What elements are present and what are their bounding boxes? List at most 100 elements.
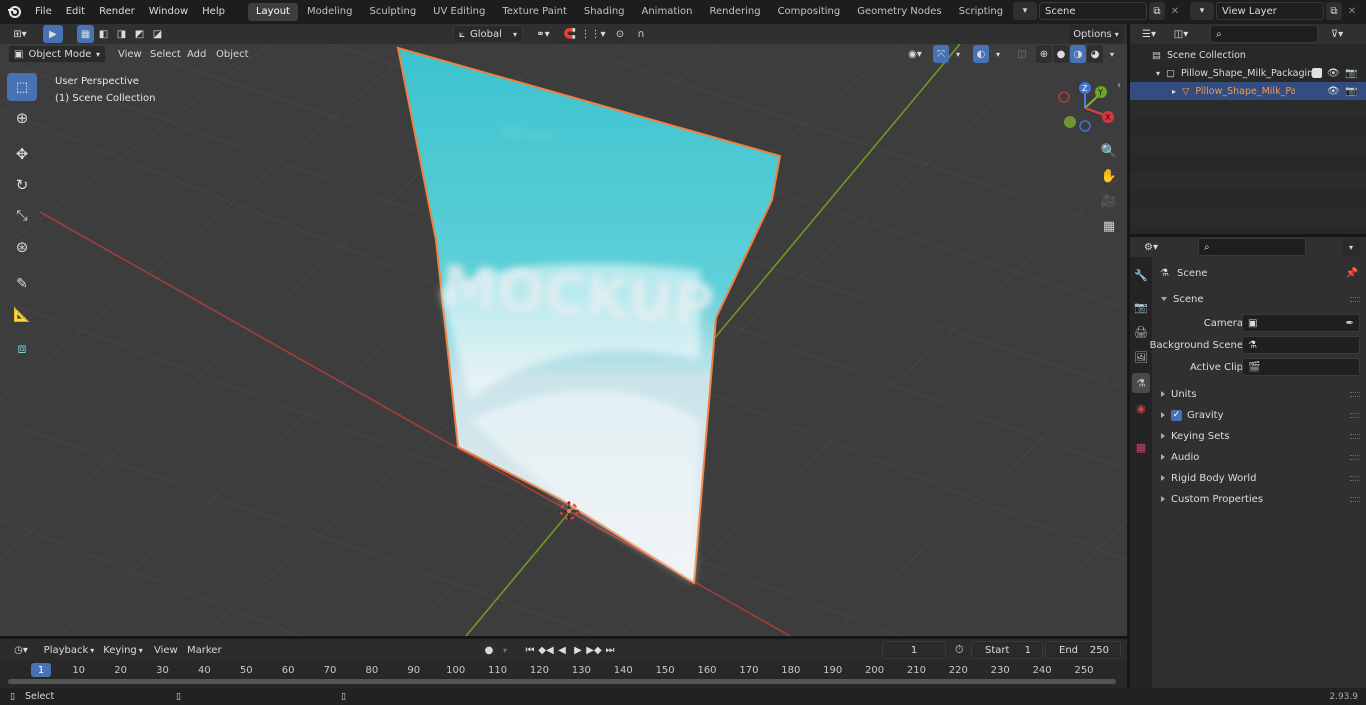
shading-dropdown-icon[interactable]: ▾ (1105, 45, 1119, 63)
scene-browse-button[interactable]: ▾ (1013, 2, 1037, 20)
tool-tab-icon[interactable]: 🔧 (1132, 265, 1150, 285)
delete-scene-icon[interactable]: ✕ (1167, 2, 1183, 20)
move-tool[interactable]: ✥ (7, 140, 37, 168)
falloff-icon[interactable]: ∩ (630, 25, 652, 43)
mode-invert-selection-icon[interactable]: ◩ (131, 25, 148, 43)
drag-grip-icon[interactable] (1350, 454, 1360, 460)
frame-ruler[interactable]: 1 10 20 30 40 50 60 70 80 90 100 110 120 130 140 150 160… (0, 661, 1127, 688)
render-camera-icon[interactable]: 📷 (1345, 68, 1357, 79)
material-shading-icon[interactable]: ◑ (1070, 45, 1086, 63)
measure-tool[interactable]: 📐 (7, 301, 37, 329)
eye-icon[interactable]: 👁 (1327, 68, 1340, 79)
menu-edit[interactable]: Edit (59, 0, 92, 24)
milk-package-object[interactable]: MOCKUP milk text (396, 46, 782, 585)
outliner-row-scene-collection[interactable]: ▤ Scene Collection (1130, 46, 1366, 64)
scene-panel-header[interactable]: Scene (1152, 289, 1366, 309)
drag-grip-icon[interactable] (1350, 433, 1360, 439)
mode-dropdown[interactable]: ▣ Object Mode ▾ (8, 45, 106, 63)
select-box-tool[interactable]: ⬚ (7, 73, 37, 101)
camera-field[interactable]: ▣ ✒ (1242, 314, 1360, 332)
end-frame-field[interactable]: End 250 (1045, 641, 1121, 659)
drag-grip-icon[interactable] (1350, 391, 1360, 397)
mode-intersect-selection-icon[interactable]: ◪ (149, 25, 166, 43)
tab-layout[interactable]: Layout (247, 3, 298, 21)
mode-subtract-selection-icon[interactable]: ◨ (113, 25, 130, 43)
eyedropper-icon[interactable]: ✒ (1346, 318, 1354, 329)
pin-icon[interactable]: 📌 (1346, 268, 1358, 279)
tab-modeling[interactable]: Modeling (299, 3, 361, 21)
tab-texture-paint[interactable]: Texture Paint (494, 3, 575, 21)
new-scene-icon[interactable]: ⧉ (1149, 2, 1165, 20)
jump-end-icon[interactable]: ⏭ (602, 642, 618, 658)
output-tab-icon[interactable]: 🖨 (1132, 322, 1150, 342)
timeline-menu-view[interactable]: View (148, 645, 184, 656)
navigation-gizmo[interactable]: Z Y X (1052, 80, 1122, 140)
tab-compositing[interactable]: Compositing (770, 3, 849, 21)
prev-keyframe-icon[interactable]: ◆◀ (538, 642, 554, 658)
mode-new-selection-icon[interactable]: ▦ (77, 25, 94, 43)
tab-sculpting[interactable]: Sculpting (361, 3, 424, 21)
record-dropdown-icon[interactable]: ▾ (499, 641, 511, 659)
scene-name-field[interactable]: Scene (1039, 2, 1147, 20)
next-keyframe-icon[interactable]: ▶◆ (586, 642, 602, 658)
timeline-menu-marker[interactable]: Marker (181, 645, 228, 656)
annotate-tool[interactable]: ✎ (7, 270, 37, 298)
render-tab-icon[interactable]: 📷 (1132, 297, 1150, 317)
object-render-camera-icon[interactable]: 📷 (1345, 86, 1357, 97)
rendered-shading-icon[interactable]: ◕ (1087, 45, 1103, 63)
timeline-editor-type-icon[interactable]: ◷▾ (8, 641, 34, 659)
overlays-toggle-icon[interactable]: ◐ (973, 45, 989, 63)
cursor-tool[interactable]: ⊕ (7, 104, 37, 132)
editor-type-button[interactable]: ⊞▾ (6, 25, 34, 43)
background-scene-field[interactable]: ⚗ (1242, 336, 1360, 354)
drag-grip-icon[interactable] (1350, 296, 1360, 302)
active-clip-field[interactable]: 🎬 (1242, 358, 1360, 376)
tab-geometry-nodes[interactable]: Geometry Nodes (849, 3, 949, 21)
solid-shading-icon[interactable]: ● (1053, 45, 1069, 63)
options-dropdown[interactable]: Options ▾ (1069, 25, 1123, 43)
wireframe-shading-icon[interactable]: ⊕ (1036, 45, 1052, 63)
proportional-edit-icon[interactable]: ⊙ (612, 25, 628, 43)
drag-grip-icon[interactable] (1350, 475, 1360, 481)
select-tool-icon[interactable]: ▶ (43, 25, 63, 43)
snap-icon[interactable]: 🧲 (562, 25, 578, 43)
start-frame-field[interactable]: Start 1 (971, 641, 1043, 659)
custom-properties-subpanel[interactable]: Custom Properties (1152, 489, 1366, 509)
visibility-icon[interactable]: ◉▾ (902, 45, 928, 63)
view-layer-tab-icon[interactable]: 🖼 (1132, 347, 1150, 367)
overlays-dropdown-icon[interactable]: ▾ (991, 45, 1005, 63)
drag-grip-icon[interactable] (1350, 412, 1360, 418)
stopwatch-icon[interactable]: ⏱ (955, 643, 964, 657)
camera-view-icon[interactable]: 🎥 (1097, 190, 1121, 212)
jump-start-icon[interactable]: ⏮ (522, 642, 538, 658)
pan-hand-icon[interactable]: ✋ (1097, 165, 1121, 187)
texture-tab-icon[interactable]: ▦ (1132, 437, 1150, 457)
new-view-layer-icon[interactable]: ⧉ (1326, 2, 1342, 20)
viewport-menu-object[interactable]: Object (210, 49, 255, 60)
world-tab-icon[interactable]: ◉ (1132, 398, 1150, 418)
scene-tab-icon[interactable]: ⚗ (1132, 373, 1150, 393)
pivot-point-icon[interactable]: ⚭▾ (530, 25, 556, 43)
add-cube-tool[interactable]: ⧈ (7, 335, 37, 363)
gravity-checkbox[interactable]: ✓ (1171, 409, 1182, 421)
tab-scripting[interactable]: Scripting (951, 3, 1011, 21)
tab-rendering[interactable]: Rendering (701, 3, 768, 21)
timeline-scrollbar[interactable] (8, 679, 1116, 684)
exclude-checkbox[interactable] (1312, 68, 1322, 78)
xray-icon[interactable]: ◫ (1014, 45, 1030, 63)
gizmo-dropdown-icon[interactable]: ▾ (951, 45, 965, 63)
delete-view-layer-icon[interactable]: ✕ (1344, 2, 1360, 20)
menu-file[interactable]: File (28, 0, 59, 24)
viewport-menu-add[interactable]: Add (181, 49, 212, 60)
expand-down-icon[interactable]: ▾ (1156, 69, 1160, 78)
properties-editor-type-icon[interactable]: ⚙▾ (1138, 238, 1164, 256)
expand-right-icon[interactable]: ▸ (1172, 87, 1176, 96)
viewport-menu-view[interactable]: View (112, 49, 148, 60)
perspective-grid-icon[interactable]: ▦ (1097, 215, 1121, 237)
view-layer-field[interactable]: View Layer (1216, 2, 1324, 20)
audio-subpanel[interactable]: Audio (1152, 447, 1366, 467)
3d-viewport[interactable]: MOCKUP milk text User Perspective (1) Sc… (0, 44, 1127, 636)
play-icon[interactable]: ▶ (570, 642, 586, 658)
playback-dropdown[interactable]: Playback ▾ (42, 641, 96, 659)
view-layer-browse-button[interactable]: ▾ (1190, 2, 1214, 20)
